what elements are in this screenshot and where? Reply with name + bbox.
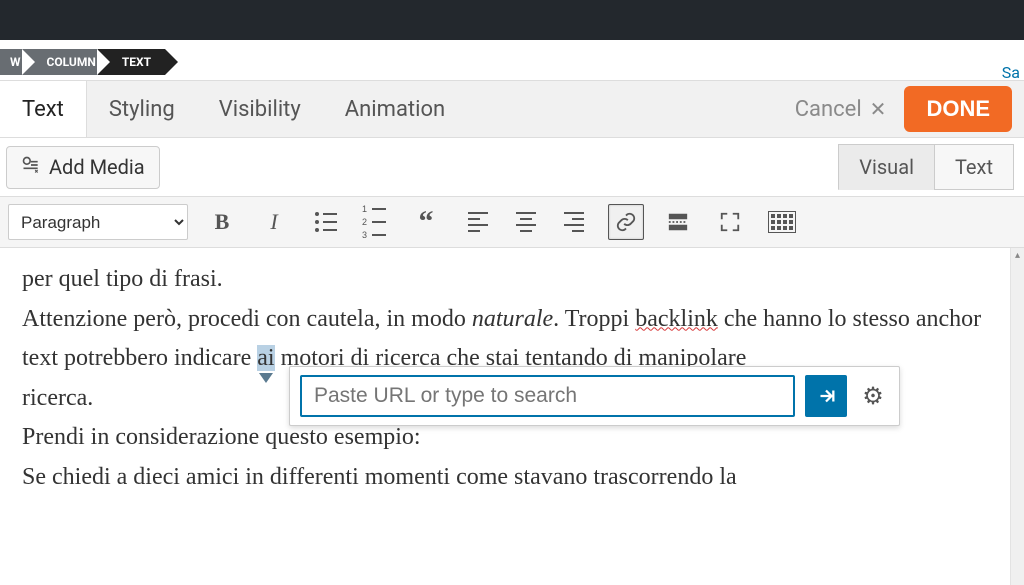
editor-scrollbar[interactable]: ▴ (1010, 248, 1024, 585)
element-settings-tabs: Sa Text Styling Visibility Animation Can… (0, 80, 1024, 138)
link-popover: ⚙ (289, 366, 900, 426)
align-right-icon (564, 212, 584, 232)
toolbar-toggle-icon (768, 211, 796, 233)
unordered-list-icon (315, 212, 337, 232)
tab-text[interactable]: Text (0, 81, 87, 137)
cancel-button[interactable]: Cancel ✕ (795, 97, 887, 122)
mode-tab-visual[interactable]: Visual (838, 144, 935, 190)
ordered-list-button[interactable]: 1 2 3 (356, 204, 392, 240)
tab-visibility[interactable]: Visibility (197, 81, 323, 137)
window-titlebar (0, 0, 1024, 40)
scroll-up-icon[interactable]: ▴ (1011, 248, 1024, 262)
insert-link-button[interactable] (608, 204, 644, 240)
read-more-button[interactable] (660, 204, 696, 240)
content-line: per quel tipo di frasi. (22, 260, 1002, 300)
add-media-button[interactable]: Add Media (6, 146, 160, 189)
read-more-icon (667, 211, 689, 233)
align-center-button[interactable] (508, 204, 544, 240)
align-center-icon (516, 212, 536, 232)
align-left-icon (468, 212, 488, 232)
blockquote-button[interactable]: “ (408, 204, 444, 240)
mode-tab-text[interactable]: Text (934, 144, 1014, 190)
cancel-label: Cancel (795, 97, 862, 122)
ordered-list-icon: 1 2 3 (362, 205, 386, 240)
toolbar-toggle-button[interactable] (764, 204, 800, 240)
media-icon (21, 155, 41, 180)
editor-media-row: Add Media Visual Text (0, 138, 1024, 196)
breadcrumb-item-text[interactable]: TEXT (98, 49, 165, 75)
link-icon (615, 211, 637, 233)
apply-link-button[interactable] (805, 375, 847, 417)
add-media-label: Add Media (49, 155, 145, 179)
close-icon: ✕ (870, 97, 887, 121)
align-left-button[interactable] (460, 204, 496, 240)
partial-link[interactable]: Sa (1002, 63, 1020, 82)
tab-styling[interactable]: Styling (87, 81, 197, 137)
fullscreen-button[interactable] (712, 204, 748, 240)
editor-mode-tabs: Visual Text (839, 144, 1014, 190)
link-settings-button[interactable]: ⚙ (857, 380, 889, 412)
tab-animation[interactable]: Animation (323, 81, 467, 137)
spellcheck-error: backlink (635, 306, 718, 332)
unordered-list-button[interactable] (308, 204, 344, 240)
text-selection: ai (257, 345, 274, 371)
fullscreen-icon (719, 211, 741, 233)
apply-icon (815, 385, 837, 407)
editor-area: per quel tipo di frasi. Attenzione però,… (0, 248, 1024, 585)
content-line: Se chiedi a dieci amici in differenti mo… (22, 458, 1002, 498)
italic-button[interactable]: I (256, 204, 292, 240)
format-select[interactable]: Paragraph (8, 204, 188, 240)
align-right-button[interactable] (556, 204, 592, 240)
gear-icon: ⚙ (862, 382, 884, 410)
editor-toolbar: Paragraph B I 1 2 3 “ (0, 196, 1024, 248)
breadcrumb: W COLUMN TEXT (0, 44, 1024, 80)
done-button[interactable]: DONE (904, 86, 1012, 132)
bold-button[interactable]: B (204, 204, 240, 240)
link-url-input[interactable] (300, 375, 795, 417)
